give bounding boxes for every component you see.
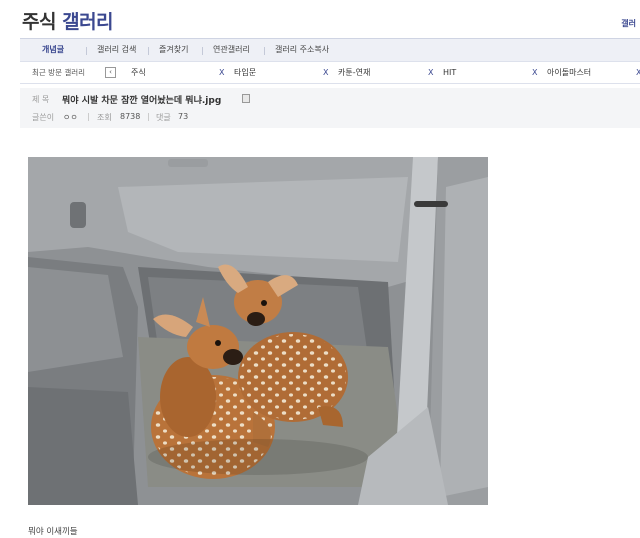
chevron-left-icon[interactable]: ‹	[105, 67, 116, 78]
post-title: 뭐야 시발 차문 잠깐 열어놨는데 뭐냐.jpg	[62, 96, 222, 106]
recent-item-hit[interactable]: HIT	[443, 62, 456, 83]
comments-label: 댓글	[156, 113, 171, 122]
recent-item-idolmaster[interactable]: 아이돌마스터	[547, 62, 591, 83]
post-header: 제 목 뭐야 시발 차문 잠깐 열어놨는데 뭐냐.jpg 글쓴이 ㅇㅇ 조회 8…	[20, 88, 640, 128]
recent-item-stock[interactable]: 주식	[131, 62, 146, 83]
meta-divider	[88, 113, 89, 121]
remove-icon[interactable]: X	[636, 62, 640, 83]
nav-divider	[86, 47, 87, 55]
remove-icon[interactable]: X	[323, 62, 328, 83]
remove-icon[interactable]: X	[219, 62, 224, 83]
post-image	[28, 157, 488, 505]
remove-icon[interactable]: X	[532, 62, 537, 83]
fawns-in-car-photo	[28, 157, 488, 505]
remove-icon[interactable]: X	[428, 62, 433, 83]
gallery-header: 주식 갤러리 갤러	[0, 0, 640, 38]
gallery-title-part1: 주식	[22, 11, 56, 33]
nav-divider	[264, 47, 265, 55]
gallery-title[interactable]: 주식 갤러리	[22, 7, 114, 34]
views-count: 8738	[120, 112, 141, 121]
author-label: 글쓴이	[32, 113, 55, 122]
post-body-text: 뭐야 이새끼들	[28, 527, 78, 537]
nav-item-copy-address[interactable]: 갤러리 주소복사	[275, 39, 329, 61]
recent-item-typemoon[interactable]: 타입문	[234, 62, 256, 83]
recent-item-cartoon[interactable]: 카툰-연재	[338, 62, 370, 83]
nav-item-related[interactable]: 연관갤러리	[213, 39, 250, 61]
recent-galleries-label: 최근 방문 갤러리	[32, 68, 86, 77]
recent-galleries-bar: 최근 방문 갤러리 ‹ 주식 X 타입문 X 카툰-연재 X HIT X 아이돌…	[20, 62, 640, 84]
nav-divider	[202, 47, 203, 55]
views-label: 조회	[97, 113, 112, 122]
nav-item-favorites[interactable]: 즐겨찾기	[159, 39, 188, 61]
gallery-title-part2: 갤러리	[62, 11, 114, 33]
gallery-nav: 개념글 갤러리 검색 즐겨찾기 연관갤러리 갤러리 주소복사	[20, 38, 640, 62]
image-attachment-icon	[242, 94, 250, 103]
header-right-link[interactable]: 갤러	[621, 18, 636, 29]
author-name[interactable]: ㅇㅇ	[63, 112, 78, 123]
nav-divider	[148, 47, 149, 55]
comments-count[interactable]: 73	[178, 112, 188, 121]
subject-label: 제 목	[32, 95, 50, 104]
nav-item-search[interactable]: 갤러리 검색	[97, 39, 136, 61]
nav-item-best[interactable]: 개념글	[42, 39, 64, 61]
meta-divider	[148, 113, 149, 121]
